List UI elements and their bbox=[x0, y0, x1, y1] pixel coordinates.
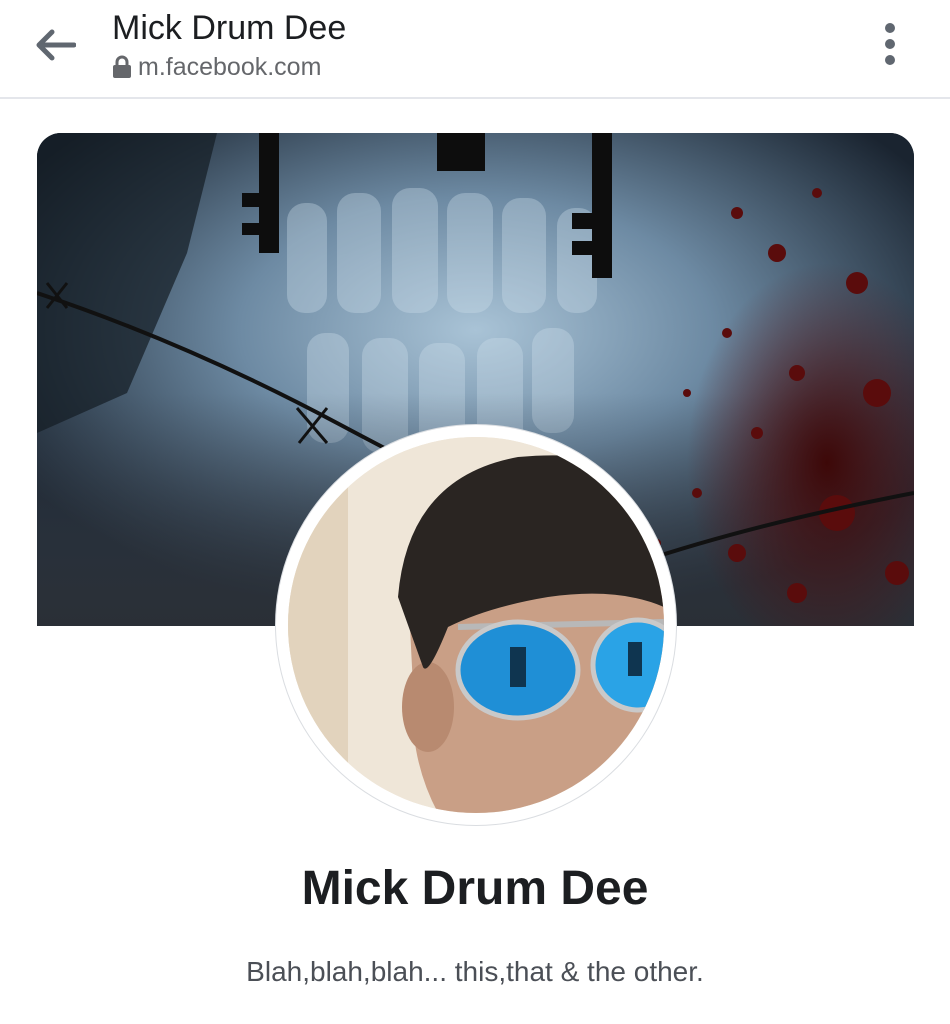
vertical-dots-icon bbox=[885, 23, 895, 65]
url-row: m.facebook.com bbox=[112, 52, 346, 82]
page-title: Mick Drum Dee bbox=[112, 9, 347, 47]
profile-picture-frame[interactable] bbox=[276, 425, 676, 825]
title-block: Mick Drum Dee m.facebook.com bbox=[112, 6, 346, 82]
more-options-button[interactable] bbox=[870, 20, 910, 68]
url-text: m.facebook.com bbox=[138, 53, 322, 81]
back-button[interactable] bbox=[30, 24, 80, 66]
browser-top-bar: Mick Drum Dee m.facebook.com bbox=[0, 0, 950, 99]
lock-icon bbox=[113, 55, 131, 78]
profile-name: Mick Drum Dee bbox=[301, 862, 649, 915]
arrow-left-icon bbox=[36, 29, 76, 61]
profile-bio: Blah,blah,blah... this,that & the other. bbox=[246, 956, 704, 987]
profile-picture-image bbox=[288, 437, 664, 813]
profile-picture[interactable] bbox=[288, 437, 664, 813]
